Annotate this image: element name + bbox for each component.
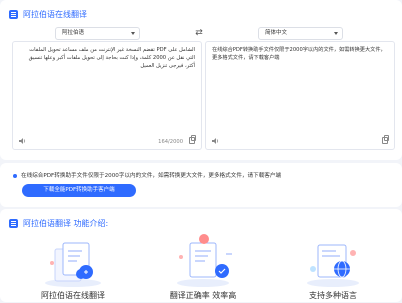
translator-header: 阿拉伯语在线翻译	[9, 9, 87, 20]
feature-label: 阿拉伯语在线翻译	[41, 291, 105, 300]
chevron-down-icon	[334, 32, 338, 35]
translator-card: 阿拉伯语在线翻译 阿拉伯语 ⇄ 简体中文 الشامل على PDF تقضم…	[0, 0, 402, 160]
banner-notice: 在线综合PDF转换助手文件仅限于2000字以内的文件，如需转换更大文件，更多格式…	[21, 173, 282, 179]
translated-text: 在线综合PDF转换助手文件仅限于2000字以内的文件，如需转换更大文件，更多格式…	[212, 47, 386, 61]
swap-languages-icon[interactable]: ⇄	[193, 28, 205, 38]
multi-language-icon	[307, 244, 359, 287]
source-language-select[interactable]: 阿拉伯语	[55, 27, 140, 40]
feature-label: 翻译正确率 效率高	[169, 291, 237, 300]
feature-intro-card: 阿拉伯语翻译 功能介绍: 阿拉伯语在线翻译 翻译正确率 效率高 支持多种语言	[0, 209, 402, 302]
source-language-value: 阿拉伯语	[62, 30, 85, 36]
target-language-select[interactable]: 简体中文	[258, 27, 343, 40]
feature-item: 支持多种语言	[278, 223, 388, 303]
source-textarea[interactable]: الشامل على PDF تقضم النسخة غير الإنترنت …	[19, 46, 195, 70]
speaker-icon[interactable]	[19, 138, 26, 144]
feature-label: 支持多种语言	[309, 291, 357, 300]
translate-icon	[9, 10, 18, 19]
intro-icon	[9, 219, 18, 228]
character-count: 164/2000	[158, 139, 183, 145]
feature-item: 阿拉伯语在线翻译	[18, 223, 128, 303]
feature-item: 翻译正确率 效率高	[148, 223, 258, 303]
copy-icon[interactable]	[189, 135, 196, 144]
client-download-banner: 在线综合PDF转换助手文件仅限于2000字以内的文件，如需转换更大文件，更多格式…	[0, 163, 402, 207]
document-cloud-icon	[45, 242, 101, 287]
chevron-down-icon	[131, 32, 135, 35]
target-language-value: 简体中文	[265, 30, 288, 36]
download-client-button[interactable]: 下载全能PDF转换助手客户端	[22, 184, 136, 197]
accuracy-document-icon	[177, 234, 232, 287]
speaker-icon[interactable]	[212, 138, 219, 144]
translator-title: 阿拉伯语在线翻译	[23, 10, 87, 19]
target-text-panel: 在线综合PDF转换助手文件仅限于2000字以内的文件，如需转换更大文件，更多格式…	[205, 41, 395, 150]
bullet-dot	[13, 174, 17, 178]
source-text-panel[interactable]: الشامل على PDF تقضم النسخة غير الإنترنت …	[12, 41, 202, 150]
copy-icon[interactable]	[382, 135, 389, 144]
